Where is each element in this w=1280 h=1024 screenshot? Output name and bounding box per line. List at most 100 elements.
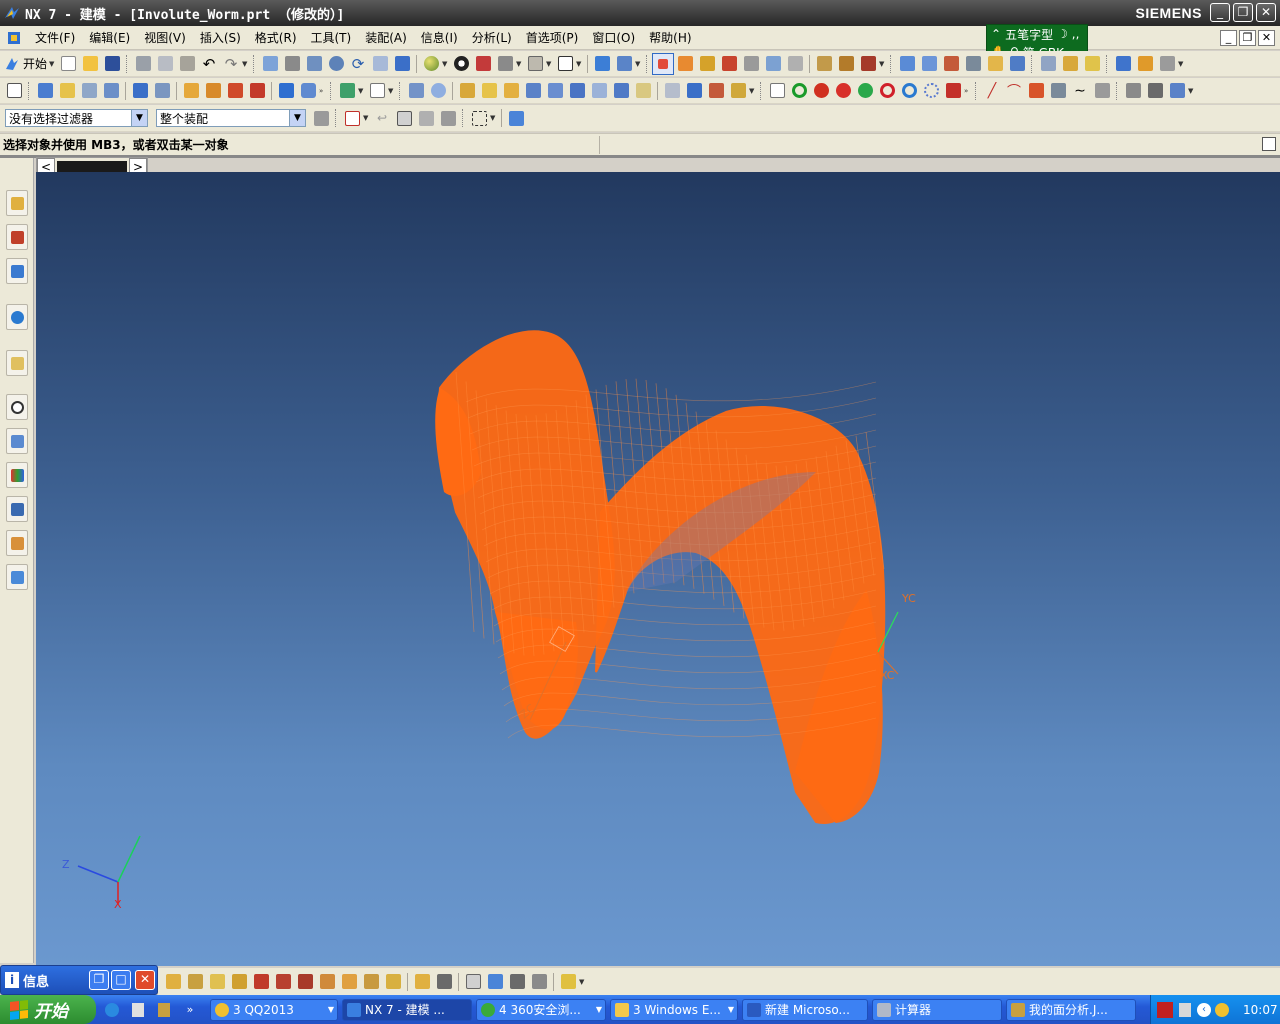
datum-csys-icon[interactable] bbox=[228, 971, 250, 993]
menu-format[interactable]: 格式(R) bbox=[248, 29, 304, 46]
part-navigator-tab-icon[interactable] bbox=[6, 258, 28, 284]
menu-insert[interactable]: 插入(S) bbox=[193, 29, 248, 46]
chamfer-icon[interactable] bbox=[1047, 80, 1069, 102]
curve-icon[interactable] bbox=[202, 80, 224, 102]
background-icon[interactable] bbox=[554, 53, 576, 75]
paste-icon[interactable] bbox=[176, 53, 198, 75]
sheet-icon[interactable] bbox=[366, 80, 388, 102]
cube-gray-icon[interactable] bbox=[494, 53, 516, 75]
sketch-icon[interactable] bbox=[1122, 80, 1144, 102]
close-button[interactable]: ✕ bbox=[1256, 3, 1276, 22]
graphics-window[interactable]: YC XC ZC Z X bbox=[36, 172, 1280, 966]
edit-param-icon[interactable] bbox=[1134, 53, 1156, 75]
chevron-down-icon[interactable]: ▼ bbox=[289, 110, 305, 126]
rotate-icon[interactable]: ⟳ bbox=[347, 53, 369, 75]
menu-analysis[interactable]: 分析(L) bbox=[465, 29, 519, 46]
bridge-curve-icon[interactable] bbox=[338, 971, 360, 993]
filter-settings-icon[interactable] bbox=[310, 107, 332, 129]
ime-moon-icon[interactable]: ☽ ‚‚ bbox=[1057, 27, 1079, 41]
cylinder-icon[interactable] bbox=[297, 80, 319, 102]
copy-icon[interactable] bbox=[154, 53, 176, 75]
macro-icon[interactable] bbox=[557, 971, 579, 993]
task-calculator[interactable]: 计算器 bbox=[872, 998, 1002, 1021]
menu-help[interactable]: 帮助(H) bbox=[642, 29, 698, 46]
helix-icon[interactable] bbox=[1091, 80, 1113, 102]
pattern-icon[interactable] bbox=[566, 80, 588, 102]
info-window-tab[interactable]: i 信息 ❐ □ ✕ bbox=[0, 965, 158, 995]
clock-icon[interactable] bbox=[6, 394, 28, 420]
feature-select-icon[interactable] bbox=[341, 107, 363, 129]
menu-view[interactable]: 视图(V) bbox=[137, 29, 193, 46]
body-select-icon[interactable] bbox=[393, 107, 415, 129]
intersect-curve-icon[interactable] bbox=[272, 971, 294, 993]
extrude-icon[interactable] bbox=[100, 80, 122, 102]
constraint-icon[interactable] bbox=[1144, 80, 1166, 102]
cube-select-icon[interactable] bbox=[505, 107, 527, 129]
palette-icon[interactable] bbox=[6, 462, 28, 488]
more-quicklaunch-icon[interactable]: » bbox=[180, 1000, 200, 1020]
task-explorer[interactable]: 3 Windows E... ▼ bbox=[610, 998, 738, 1021]
ime-expand-icon[interactable]: ⌃ bbox=[991, 27, 1001, 41]
move-object-icon[interactable] bbox=[613, 53, 635, 75]
menu-preferences[interactable]: 首选项(P) bbox=[519, 29, 586, 46]
subtract-icon[interactable] bbox=[705, 80, 727, 102]
circle-green-icon[interactable] bbox=[788, 80, 810, 102]
info-restore-button[interactable]: ❐ bbox=[89, 970, 109, 990]
camera-icon[interactable] bbox=[506, 971, 528, 993]
mold-icon[interactable] bbox=[56, 80, 78, 102]
wcs-icon[interactable] bbox=[591, 53, 613, 75]
torus-green-icon[interactable] bbox=[854, 80, 876, 102]
fillet-icon[interactable] bbox=[1025, 80, 1047, 102]
ime-mode-label[interactable]: 五笔字型 bbox=[1005, 26, 1053, 43]
curve-analysis-icon[interactable] bbox=[918, 53, 940, 75]
task-word[interactable]: 新建 Microso... bbox=[742, 998, 868, 1021]
doc-restore-button[interactable]: ❐ bbox=[1239, 30, 1256, 46]
feature-icon[interactable] bbox=[1156, 53, 1178, 75]
rectangle-select-icon[interactable] bbox=[468, 107, 490, 129]
history-icon[interactable] bbox=[6, 350, 28, 376]
snap-intersect-icon[interactable] bbox=[762, 53, 784, 75]
view-layout-icon[interactable] bbox=[484, 971, 506, 993]
part-navigator-icon[interactable] bbox=[3, 80, 25, 102]
shaded-sphere-icon[interactable] bbox=[420, 53, 442, 75]
torus-red-icon[interactable] bbox=[832, 80, 854, 102]
sweep-icon[interactable] bbox=[78, 80, 100, 102]
undo-icon[interactable]: ↶ bbox=[198, 53, 220, 75]
shell-icon[interactable] bbox=[405, 80, 427, 102]
datum-plane-icon[interactable] bbox=[206, 971, 228, 993]
menu-file[interactable]: 文件(F) bbox=[28, 29, 82, 46]
view-fit-icon[interactable] bbox=[462, 971, 484, 993]
pad-icon[interactable] bbox=[478, 80, 500, 102]
join-curve-icon[interactable] bbox=[360, 971, 382, 993]
line-icon[interactable]: ╱ bbox=[981, 80, 1003, 102]
roles-icon[interactable] bbox=[6, 530, 28, 556]
extract-curve-icon[interactable] bbox=[382, 971, 404, 993]
new-file-icon[interactable] bbox=[57, 53, 79, 75]
render-style-icon[interactable] bbox=[450, 53, 472, 75]
selection-arrow-icon[interactable] bbox=[652, 52, 675, 75]
doc-close-button[interactable]: ✕ bbox=[1258, 30, 1275, 46]
system-materials-icon[interactable] bbox=[6, 428, 28, 454]
light-icon[interactable] bbox=[528, 971, 550, 993]
type-filter-select[interactable]: 没有选择过滤器 ▼ bbox=[5, 109, 148, 127]
show-desktop-icon[interactable] bbox=[128, 1000, 148, 1020]
process-studio-icon[interactable] bbox=[6, 496, 28, 522]
spring-icon[interactable] bbox=[942, 80, 964, 102]
rib-icon[interactable] bbox=[544, 80, 566, 102]
boolean-icon[interactable] bbox=[151, 80, 173, 102]
scope-select[interactable]: 整个装配 ▼ bbox=[156, 109, 306, 127]
surface-analysis-icon[interactable] bbox=[896, 53, 918, 75]
ime-tray-icon[interactable] bbox=[1157, 1001, 1173, 1018]
redo-icon[interactable]: ↷ bbox=[220, 53, 242, 75]
qq-tray-icon[interactable] bbox=[1215, 1002, 1229, 1017]
task-file[interactable]: 我的面分析.J... bbox=[1006, 998, 1136, 1021]
face-analysis-icon[interactable] bbox=[940, 53, 962, 75]
snap-center-icon[interactable] bbox=[784, 53, 806, 75]
view-orient-icon[interactable] bbox=[524, 53, 546, 75]
open-folder-icon[interactable] bbox=[79, 53, 101, 75]
perspective-icon[interactable] bbox=[391, 53, 413, 75]
assembly-navigator-icon[interactable] bbox=[6, 190, 28, 216]
deviation-icon[interactable] bbox=[962, 53, 984, 75]
zoom-region-icon[interactable] bbox=[281, 53, 303, 75]
menu-window[interactable]: 窗口(O) bbox=[585, 29, 642, 46]
